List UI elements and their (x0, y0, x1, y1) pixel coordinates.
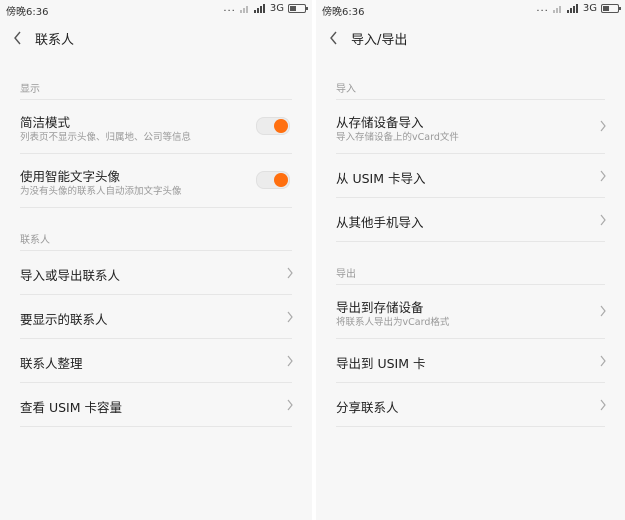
status-icons: ... 3G (536, 2, 621, 14)
status-bar: 傍晚6:36 ... 3G (316, 0, 625, 18)
page-title: 联系人 (35, 33, 75, 48)
list-item-label: 从其他手机导入 (336, 215, 424, 230)
section-header-import: 导入 (336, 84, 356, 95)
toggle-knob (274, 173, 288, 187)
status-icons: ... 3G (223, 2, 308, 14)
usim-capacity-item[interactable]: 查看 USIM 卡容量 (0, 383, 312, 426)
status-bar: 傍晚6:36 ... 3G (0, 0, 312, 18)
network-type: 3G (269, 3, 284, 14)
chevron-right-icon (287, 399, 293, 411)
notification-dots: ... (536, 2, 549, 14)
list-item-label: 分享联系人 (336, 400, 399, 415)
organize-contacts-item[interactable]: 联系人整理 (0, 339, 312, 382)
wifi-signal-icon (239, 6, 248, 13)
battery-level (290, 6, 296, 11)
chevron-left-icon[interactable] (12, 30, 24, 46)
chevron-right-icon (600, 399, 606, 411)
import-export-screen: 傍晚6:36 ... 3G 导入/导出 导入 从存储设备导入 导入存储设备上的v… (316, 0, 625, 520)
cell-signal-icon (253, 4, 265, 13)
list-item-label: 从 USIM 卡导入 (336, 171, 426, 186)
smart-avatar-subtitle: 为没有头像的联系人自动添加文字头像 (20, 186, 182, 197)
app-bar: 联系人 (0, 18, 312, 58)
chevron-right-icon (600, 355, 606, 367)
chevron-right-icon (287, 311, 293, 323)
battery-icon (288, 4, 308, 13)
chevron-right-icon (600, 170, 606, 182)
list-item-label: 要显示的联系人 (20, 312, 108, 327)
chevron-left-icon[interactable] (328, 30, 340, 46)
divider (336, 241, 605, 242)
battery-icon (601, 4, 621, 13)
share-contacts-item[interactable]: 分享联系人 (316, 383, 625, 426)
section-header-contacts: 联系人 (20, 235, 50, 246)
cell-signal-icon (566, 4, 578, 13)
app-bar: 导入/导出 (316, 18, 625, 58)
status-time: 傍晚6:36 (322, 7, 365, 18)
notification-dots: ... (223, 2, 236, 14)
divider (20, 426, 292, 427)
list-item-label: 查看 USIM 卡容量 (20, 400, 123, 415)
divider (336, 426, 605, 427)
export-to-storage-item[interactable]: 导出到存储设备 将联系人导出为vCard格式 (316, 285, 625, 338)
network-type: 3G (582, 3, 597, 14)
smart-avatar-row[interactable]: 使用智能文字头像 为没有头像的联系人自动添加文字头像 (0, 154, 312, 207)
simple-mode-subtitle: 列表页不显示头像、归属地、公司等信息 (20, 132, 192, 143)
list-item-subtitle: 导入存储设备上的vCard文件 (336, 132, 459, 143)
divider (20, 207, 292, 208)
wifi-signal-icon (552, 6, 561, 13)
chevron-right-icon (287, 267, 293, 279)
list-item-label: 联系人整理 (20, 356, 83, 371)
status-time: 傍晚6:36 (6, 7, 49, 18)
list-item-label: 导出到 USIM 卡 (336, 356, 426, 371)
contacts-settings-screen: 傍晚6:36 ... 3G 联系人 显示 简洁模式 列表页不显示头像、归属地、公… (0, 0, 312, 520)
page-title: 导入/导出 (351, 33, 408, 48)
chevron-right-icon (600, 120, 606, 132)
section-header-display: 显示 (20, 84, 40, 95)
battery-level (603, 6, 609, 11)
chevron-right-icon (287, 355, 293, 367)
chevron-right-icon (600, 305, 606, 317)
simple-mode-row[interactable]: 简洁模式 列表页不显示头像、归属地、公司等信息 (0, 100, 312, 153)
simple-mode-toggle[interactable] (256, 117, 290, 135)
smart-avatar-toggle[interactable] (256, 171, 290, 189)
import-from-other-phone-item[interactable]: 从其他手机导入 (316, 198, 625, 241)
import-export-contacts-item[interactable]: 导入或导出联系人 (0, 251, 312, 294)
list-item-label: 导入或导出联系人 (20, 268, 121, 283)
import-from-usim-item[interactable]: 从 USIM 卡导入 (316, 154, 625, 197)
chevron-right-icon (600, 214, 606, 226)
section-header-export: 导出 (336, 269, 356, 280)
toggle-knob (274, 119, 288, 133)
export-to-usim-item[interactable]: 导出到 USIM 卡 (316, 339, 625, 382)
import-from-storage-item[interactable]: 从存储设备导入 导入存储设备上的vCard文件 (316, 100, 625, 153)
list-item-subtitle: 将联系人导出为vCard格式 (336, 317, 450, 328)
contacts-to-display-item[interactable]: 要显示的联系人 (0, 295, 312, 338)
